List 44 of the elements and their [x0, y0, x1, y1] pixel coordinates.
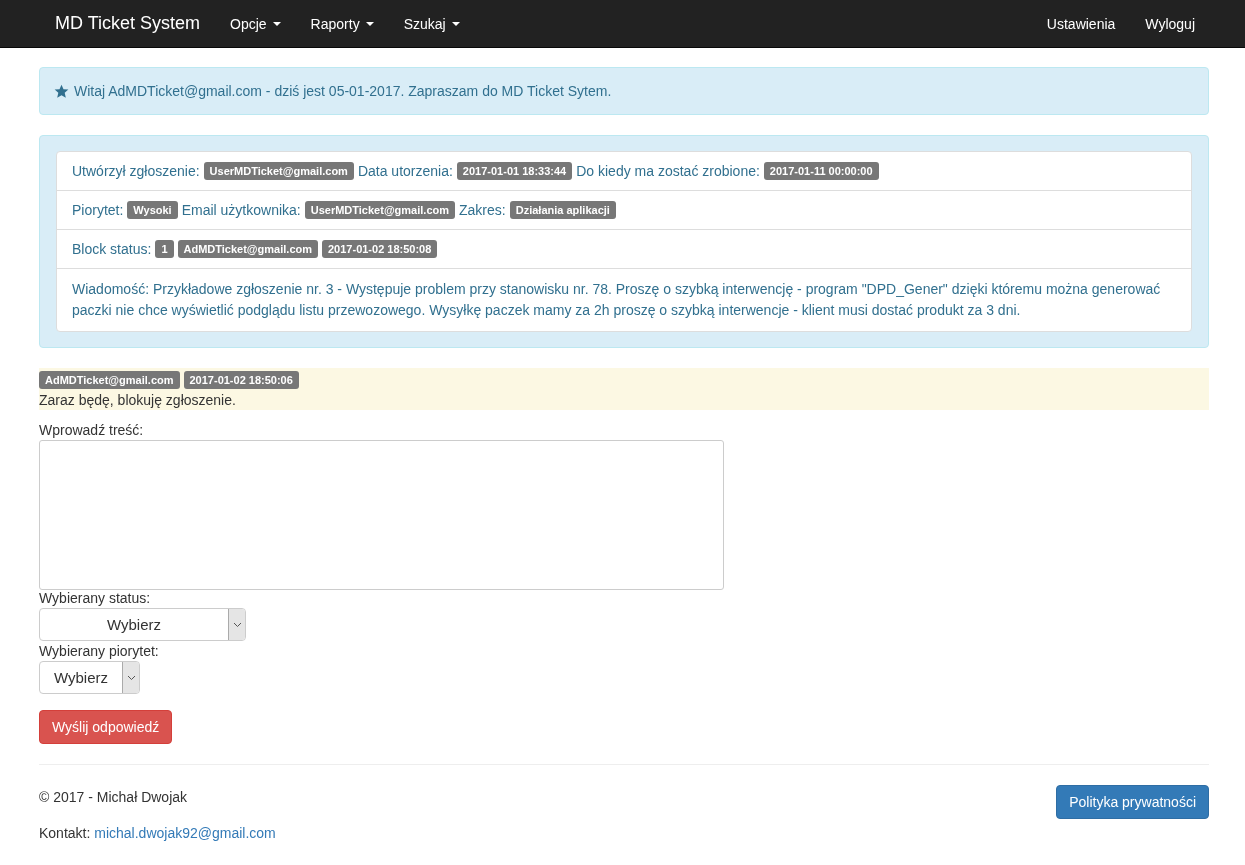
- reply-text: Zaraz będę, blokuję zgłoszenie.: [39, 392, 237, 408]
- value-badge: Wysoki: [127, 201, 178, 219]
- caret-icon: [451, 21, 460, 26]
- content-label: Wprowadź treść:: [39, 422, 144, 438]
- nav-link[interactable]: Ustawienia: [1031, 15, 1131, 32]
- nav-menu[interactable]: Opcje: [215, 15, 296, 32]
- caret-icon: [365, 21, 374, 26]
- status-select[interactable]: Wybierz: [39, 608, 246, 641]
- nav-menu[interactable]: Raporty: [295, 15, 389, 32]
- field-label: Block status:: [72, 241, 152, 257]
- copyright-text: © 2017 - Michał Dwojak: [39, 789, 189, 805]
- privacy-policy-button[interactable]: Polityka prywatności: [1056, 785, 1209, 819]
- message-text: Wiadomość: Przykładowe zgłoszenie nr. 3 - Występuje problem przy stanowisku nr. 78. Proszę o szybką interwencję - program "DPD_Gener" dzięki któremu można generować paczki nie chce wyświetlić podglądu listu przewozowego. Wysyłkę paczek mamy za 2h proszę o szybką interwencje - klient musi dostać produkt za 3 dni.: [72, 280, 1162, 320]
- send-reply-button[interactable]: Wyślij odpowiedź: [39, 710, 173, 744]
- value-badge: 1: [155, 240, 174, 258]
- content-textarea[interactable]: [39, 440, 724, 590]
- author-badge: AdMDTicket@gmail.com: [39, 371, 180, 389]
- value-badge: Działania aplikacji: [509, 201, 616, 219]
- value-badge: AdMDTicket@gmail.com: [177, 240, 318, 258]
- chevron-down-icon: [126, 674, 136, 681]
- value-badge: 2017-01-11 00:00:00: [763, 162, 879, 180]
- nav-menu[interactable]: Szukaj: [388, 15, 475, 32]
- value-badge: UserMDTicket@gmail.com: [203, 162, 354, 180]
- priority-select[interactable]: Wybierz: [39, 661, 140, 694]
- chevron-down-icon: [232, 621, 242, 628]
- status-label: Wybierany status:: [39, 590, 151, 606]
- star-icon: [54, 83, 69, 99]
- value-badge: 2017-01-02 18:50:08: [322, 240, 438, 258]
- date-badge: 2017-01-02 18:50:06: [183, 371, 299, 389]
- field-label: Utwórzył zgłoszenie:: [72, 163, 200, 179]
- welcome-text: Witaj AdMDTicket@gmail.com - dziś jest 05-01-2017. Zapraszam do MD Ticket Sytem.: [74, 83, 612, 99]
- value-badge: UserMDTicket@gmail.com: [304, 201, 455, 219]
- contact-email-link[interactable]: michal.dwojak92@gmail.com: [94, 825, 276, 841]
- field-label: Data utorzenia:: [357, 163, 453, 179]
- contact-label: Kontakt:: [39, 825, 91, 841]
- priority-label: Wybierany piorytet:: [39, 643, 159, 659]
- field-label: Piorytet:: [72, 202, 124, 218]
- field-label: Do kiedy ma zostać zrobione:: [576, 163, 760, 179]
- value-badge: 2017-01-01 18:33:44: [456, 162, 573, 180]
- brand-link[interactable]: MD Ticket System: [40, 13, 216, 34]
- caret-icon: [272, 21, 281, 26]
- field-label: Zakres:: [459, 202, 506, 218]
- field-label: Email użytkownika:: [181, 202, 301, 218]
- nav-link[interactable]: Wyloguj: [1130, 15, 1210, 32]
